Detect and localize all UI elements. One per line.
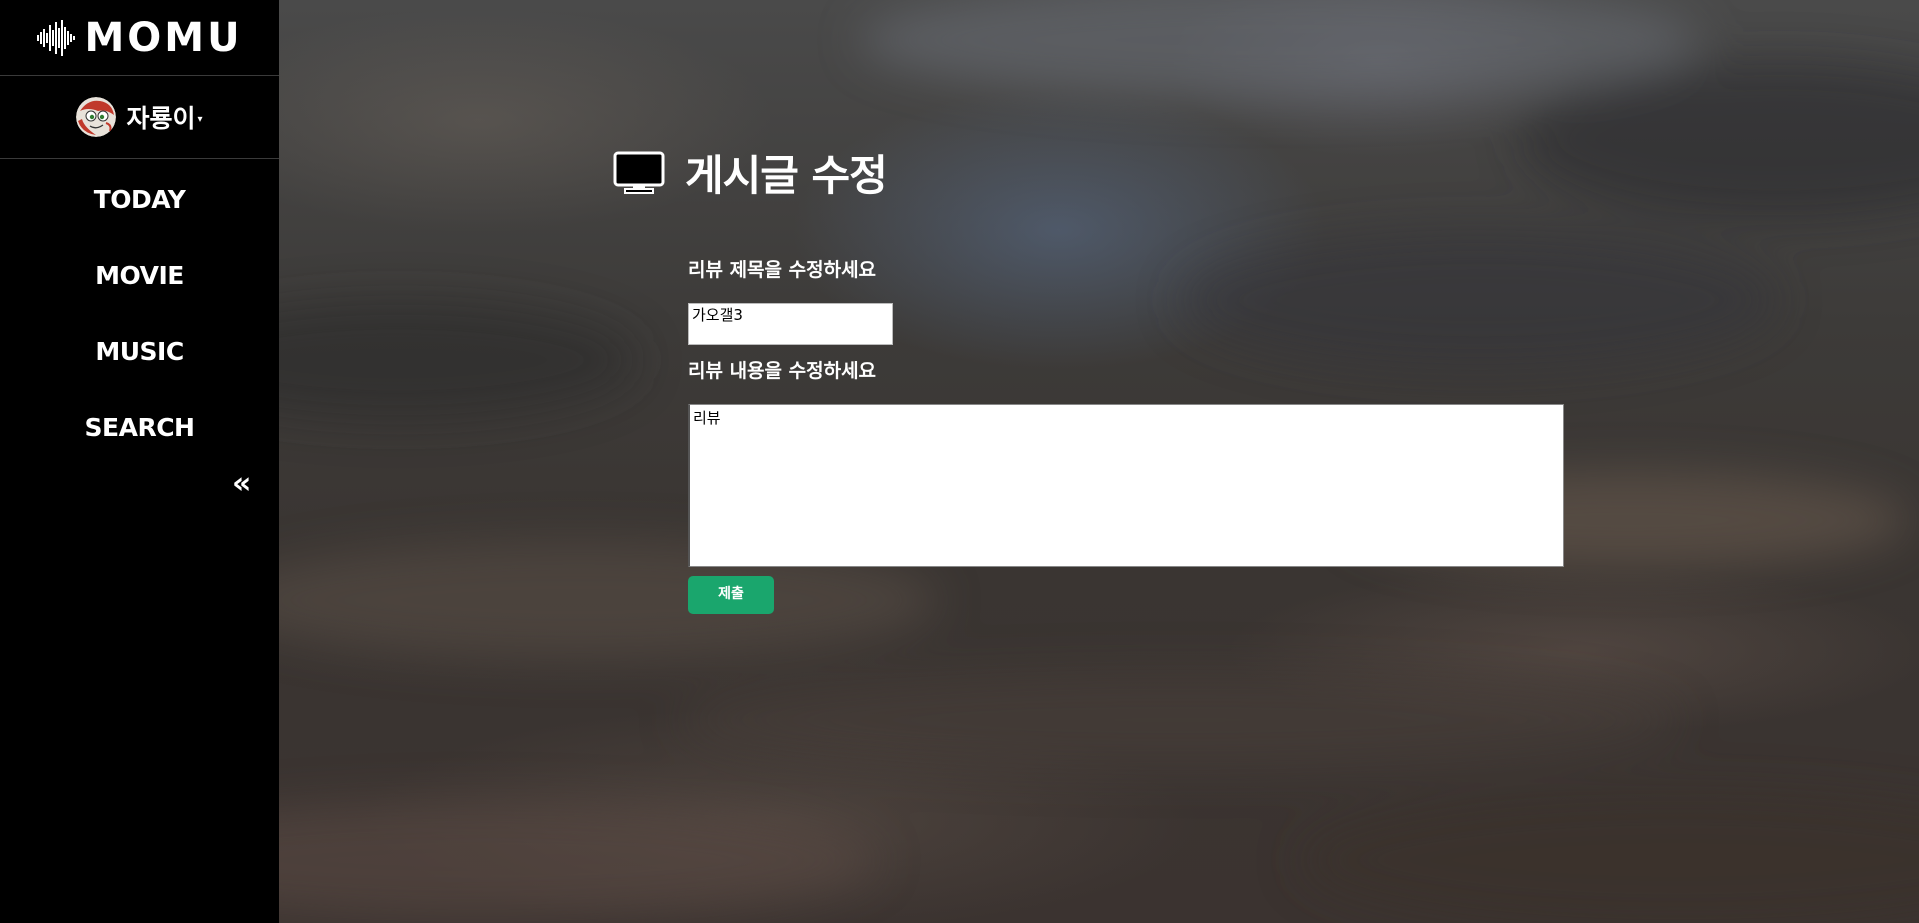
sound-wave-icon — [37, 19, 76, 56]
review-title-input[interactable]: 가오갤3 — [688, 303, 893, 345]
review-title-value: 가오갤3 — [692, 306, 743, 324]
nav-item-search[interactable]: SEARCH — [0, 390, 279, 466]
submit-button[interactable]: 제출 — [688, 576, 774, 614]
brand-name: MOMU — [84, 14, 243, 61]
brand-logo[interactable]: MOMU — [0, 0, 279, 76]
content-field-label: 리뷰 내용을 수정하세요 — [688, 360, 877, 382]
edit-review-form: 리뷰 제목을 수정하세요 가오갤3 리뷰 내용을 수정하세요 리뷰 제출 — [688, 256, 1564, 614]
collapse-sidebar-button[interactable]: « — [232, 462, 251, 506]
nav-item-today[interactable]: TODAY — [0, 162, 279, 238]
avatar — [76, 97, 117, 137]
page-title: 게시글 수정 — [685, 151, 888, 200]
user-menu[interactable]: 자룡이 ▾ — [0, 76, 279, 159]
app-window: MOMU 자룡이 ▾ TODAY MOVIE MUSIC SEARCH « 게시… — [0, 0, 1919, 923]
review-content-textarea[interactable]: 리뷰 — [688, 404, 1564, 567]
nav-item-movie[interactable]: MOVIE — [0, 238, 279, 314]
monitor-icon — [613, 151, 665, 194]
page-header: 게시글 수정 — [613, 142, 888, 203]
main-nav: TODAY MOVIE MUSIC SEARCH — [0, 162, 279, 466]
chevron-down-icon: ▾ — [197, 113, 203, 125]
user-name: 자룡이 — [126, 104, 196, 133]
nav-item-music[interactable]: MUSIC — [0, 314, 279, 390]
sidebar: MOMU 자룡이 ▾ TODAY MOVIE MUSIC SEARCH « — [0, 0, 279, 923]
main-content: 게시글 수정 리뷰 제목을 수정하세요 가오갤3 리뷰 내용을 수정하세요 리뷰… — [279, 0, 1919, 923]
title-field-label: 리뷰 제목을 수정하세요 — [688, 259, 877, 281]
review-content-value: 리뷰 — [693, 409, 721, 427]
